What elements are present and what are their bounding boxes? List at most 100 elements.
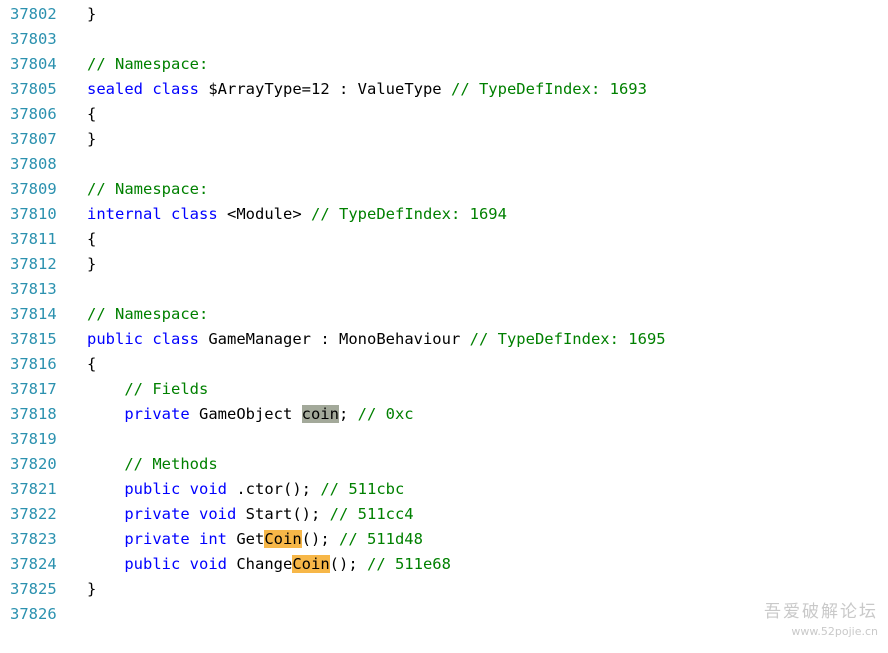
code-line[interactable]: 37825} (0, 577, 888, 602)
code-line[interactable]: 37814 // Namespace: (0, 302, 888, 327)
line-number: 37807 (10, 130, 57, 148)
code-text[interactable]: sealed class $ArrayType=12 : ValueType /… (87, 77, 647, 102)
line-number: 37802 (10, 5, 57, 23)
keyword-token: void (199, 505, 237, 523)
code-text[interactable]: { (87, 352, 96, 377)
code-text[interactable]: // Namespace: (87, 177, 208, 202)
code-line[interactable]: 37803 (0, 27, 888, 52)
code-line[interactable]: 37819 (0, 427, 888, 452)
code-text[interactable]: { (87, 102, 96, 127)
code-token: Change (227, 555, 293, 573)
keyword-token: internal (87, 205, 162, 223)
code-line[interactable]: 37802} (0, 2, 888, 27)
code-text[interactable]: // Methods (87, 452, 217, 477)
code-token: <Module> (217, 205, 311, 223)
code-text[interactable]: // Namespace: (87, 302, 208, 327)
line-number: 37824 (10, 555, 57, 573)
code-token: (); (329, 555, 367, 573)
code-text[interactable]: public void ChangeCoin(); // 511e68 (87, 552, 451, 577)
code-token: { (87, 355, 97, 373)
keyword-token: public (124, 480, 181, 498)
keyword-token: void (189, 555, 227, 573)
code-text[interactable]: // Namespace: (87, 52, 208, 77)
line-number: 37811 (10, 230, 57, 248)
code-text[interactable]: private GameObject coin; // 0xc (87, 402, 414, 427)
code-line[interactable]: 37809 // Namespace: (0, 177, 888, 202)
code-line[interactable]: 37812} (0, 252, 888, 277)
code-line[interactable]: 37816 { (0, 352, 888, 377)
code-line[interactable]: 37804 // Namespace: (0, 52, 888, 77)
code-token: } (87, 130, 97, 148)
comment-token: // 511cc4 (329, 505, 414, 523)
code-line[interactable]: 37826 (0, 602, 888, 627)
comment-token: // 511e68 (366, 555, 451, 573)
keyword-token: public (87, 330, 143, 348)
code-line[interactable]: 37823 private int GetCoin(); // 511d48 (0, 527, 888, 552)
line-number: 37814 (10, 305, 57, 323)
line-number: 37816 (10, 355, 57, 373)
search-highlight: Coin (264, 530, 302, 548)
code-line[interactable]: 37811 { (0, 227, 888, 252)
keyword-token: private (124, 530, 190, 548)
watermark-text: 吾爱破解论坛 (764, 602, 878, 622)
code-line[interactable]: 37821 public void .ctor(); // 511cbc (0, 477, 888, 502)
comment-token: // 511cbc (320, 480, 405, 498)
code-text[interactable]: public class GameManager : MonoBehaviour… (87, 327, 666, 352)
code-text[interactable]: internal class <Module> // TypeDefIndex:… (87, 202, 507, 227)
code-token: { (87, 105, 97, 123)
code-line[interactable]: 37820 // Methods (0, 452, 888, 477)
code-token: ; (338, 405, 358, 423)
code-text[interactable]: public void .ctor(); // 511cbc (87, 477, 404, 502)
code-line[interactable]: 37824 public void ChangeCoin(); // 511e6… (0, 552, 888, 577)
line-number: 37826 (10, 605, 57, 623)
code-text[interactable]: { (87, 227, 96, 252)
code-line[interactable]: 37806 { (0, 102, 888, 127)
line-number: 37812 (10, 255, 57, 273)
line-number: 37813 (10, 280, 57, 298)
code-line[interactable]: 37818 private GameObject coin; // 0xc (0, 402, 888, 427)
code-text[interactable]: } (87, 577, 96, 602)
code-line[interactable]: 37805 sealed class $ArrayType=12 : ValueT… (0, 77, 888, 102)
keyword-token: sealed (87, 80, 143, 98)
code-line[interactable]: 37810 internal class <Module> // TypeDefI… (0, 202, 888, 227)
code-text[interactable]: private void Start(); // 511cc4 (87, 502, 414, 527)
code-token: $ArrayType=12 : ValueType (199, 80, 451, 98)
search-highlight: Coin (292, 555, 330, 573)
line-number: 37805 (10, 80, 57, 98)
code-line[interactable]: 37807} (0, 127, 888, 152)
code-line[interactable]: 37813 (0, 277, 888, 302)
comment-token: // Namespace: (87, 55, 209, 73)
code-line[interactable]: 37815 public class GameManager : MonoBeha… (0, 327, 888, 352)
code-text[interactable]: } (87, 252, 96, 277)
code-token: (); (301, 530, 339, 548)
code-token: { (87, 230, 97, 248)
code-text[interactable]: // Fields (87, 377, 208, 402)
keyword-token: class (152, 80, 200, 98)
code-line[interactable]: 37817 // Fields (0, 377, 888, 402)
code-token: } (87, 255, 97, 273)
comment-token: // Fields (124, 380, 209, 398)
keyword-token: class (171, 205, 218, 223)
comment-token: // 0xc (357, 405, 414, 423)
line-number: 37806 (10, 105, 57, 123)
code-text[interactable]: } (87, 127, 96, 152)
code-text[interactable]: private int GetCoin(); // 511d48 (87, 527, 423, 552)
keyword-token: private (124, 405, 190, 423)
watermark-url: www.52pojie.cn (791, 625, 878, 638)
code-text[interactable]: } (87, 2, 96, 27)
line-number: 37804 (10, 55, 57, 73)
code-editor[interactable]: 37802} 37803 37804 // Namespace: 37805 sealed… (0, 0, 888, 653)
line-number: 37823 (10, 530, 57, 548)
keyword-token: class (152, 330, 200, 348)
code-line[interactable]: 37822 private void Start(); // 511cc4 (0, 502, 888, 527)
code-line[interactable]: 37808 (0, 152, 888, 177)
code-token: } (87, 580, 97, 598)
code-token: GameObject (189, 405, 302, 423)
